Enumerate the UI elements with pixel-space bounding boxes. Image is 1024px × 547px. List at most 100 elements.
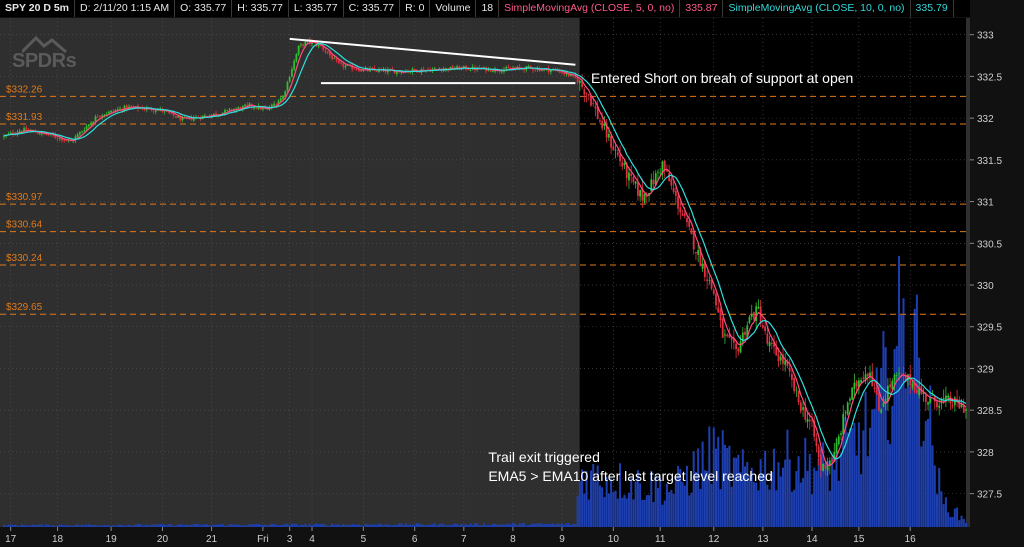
- candle-body: [898, 373, 900, 375]
- candle-body: [288, 77, 291, 82]
- candle-body: [616, 152, 619, 156]
- volume-bar: [226, 525, 229, 527]
- support-level-label: $329.65: [6, 302, 43, 313]
- volume-bar: [788, 459, 791, 527]
- volume-bar: [730, 486, 733, 527]
- candle-body: [108, 111, 110, 114]
- volume-bar: [802, 478, 805, 527]
- candle-body: [951, 405, 954, 407]
- volume-bar: [273, 523, 276, 527]
- volume-bar: [159, 523, 162, 527]
- volume-bar: [54, 525, 57, 527]
- volume-bar: [828, 490, 831, 527]
- volume-bar: [252, 524, 255, 527]
- volume-bar: [480, 525, 483, 527]
- volume-bar: [507, 523, 510, 527]
- volume-bar: [130, 525, 133, 527]
- volume-bar: [728, 445, 731, 527]
- volume-bar: [833, 469, 836, 527]
- volume-bar: [871, 409, 874, 527]
- candle-body: [469, 69, 472, 71]
- volume-bar: [516, 525, 519, 527]
- volume-bar: [641, 500, 644, 527]
- volume-bar: [290, 523, 293, 527]
- candle-body: [212, 113, 215, 115]
- volume-bar: [76, 524, 79, 527]
- candle-body: [467, 69, 470, 71]
- volume-bar: [534, 523, 537, 527]
- candle-body: [715, 293, 717, 306]
- volume-bar: [32, 524, 35, 527]
- candle-body: [375, 70, 378, 72]
- volume-bar: [250, 524, 253, 527]
- volume-bar: [74, 525, 77, 527]
- volume-bar: [16, 525, 19, 527]
- candle-body: [748, 316, 751, 323]
- volume-bar: [319, 523, 322, 527]
- volume-bar: [275, 524, 278, 527]
- volume-bar: [389, 525, 392, 527]
- volume-bar: [288, 525, 291, 527]
- volume-bar: [174, 525, 177, 527]
- y-tick-label: 327.5: [977, 490, 1002, 501]
- volume-bar: [672, 493, 675, 527]
- x-tick-label: 6: [412, 534, 418, 545]
- volume-bar: [27, 525, 30, 527]
- volume-bar: [121, 525, 124, 527]
- volume-bar: [65, 524, 68, 527]
- volume-bar: [518, 523, 521, 527]
- volume-bar: [170, 524, 173, 527]
- x-tick-label: 10: [608, 534, 620, 545]
- volume-bar: [14, 524, 17, 527]
- volume-bar: [942, 504, 945, 527]
- volume-bar: [632, 499, 635, 527]
- candle-body: [799, 402, 802, 412]
- x-tick-label: 11: [655, 534, 666, 545]
- volume-bar: [404, 523, 407, 527]
- candle-body: [65, 140, 68, 142]
- candle-body: [866, 373, 869, 377]
- volume-bar: [900, 315, 903, 527]
- volume-bar: [797, 456, 800, 527]
- volume-bar: [324, 524, 327, 527]
- volume-bar: [554, 524, 557, 527]
- candle-body: [85, 126, 88, 130]
- volume-bar: [543, 524, 546, 527]
- volume-bar: [465, 524, 468, 527]
- volume-bar: [869, 427, 872, 527]
- volume-bar: [429, 524, 432, 527]
- volume-bar: [344, 524, 347, 527]
- volume-bar: [889, 444, 892, 527]
- volume-bar: [18, 525, 21, 527]
- volume-bar: [509, 524, 512, 527]
- volume-bar: [502, 525, 505, 527]
- volume-bar: [177, 524, 180, 527]
- exit-annotation-line1: Trail exit triggered: [488, 449, 600, 465]
- volume-bar: [576, 495, 579, 527]
- candle-body: [717, 307, 720, 313]
- candle-body: [203, 115, 206, 117]
- candle-body: [549, 70, 552, 73]
- volume-bar: [406, 525, 409, 527]
- volume-bar: [315, 523, 318, 527]
- logo-text: SPDRs: [12, 50, 77, 72]
- candle-body: [505, 67, 508, 69]
- volume-bar: [813, 467, 816, 527]
- volume-bar: [862, 430, 865, 527]
- y-tick-label: 332: [977, 114, 994, 125]
- volume-bar: [531, 523, 534, 527]
- volume-bar: [840, 453, 843, 527]
- candle-body: [690, 228, 693, 235]
- volume-bar: [203, 524, 206, 527]
- price-chart[interactable]: $332.26 $331.93 $330.97 $330.64 $330.24 $329.…: [0, 0, 1024, 547]
- volume-bar: [913, 308, 916, 527]
- candle-body: [708, 279, 711, 281]
- volume-bar: [168, 523, 171, 527]
- candle-body: [266, 108, 269, 110]
- volume-bar: [880, 367, 883, 527]
- volume-bar: [511, 523, 514, 527]
- candle-body: [860, 380, 862, 383]
- candle-body: [846, 402, 849, 415]
- volume-bar: [244, 525, 247, 527]
- volume-bar: [9, 524, 12, 527]
